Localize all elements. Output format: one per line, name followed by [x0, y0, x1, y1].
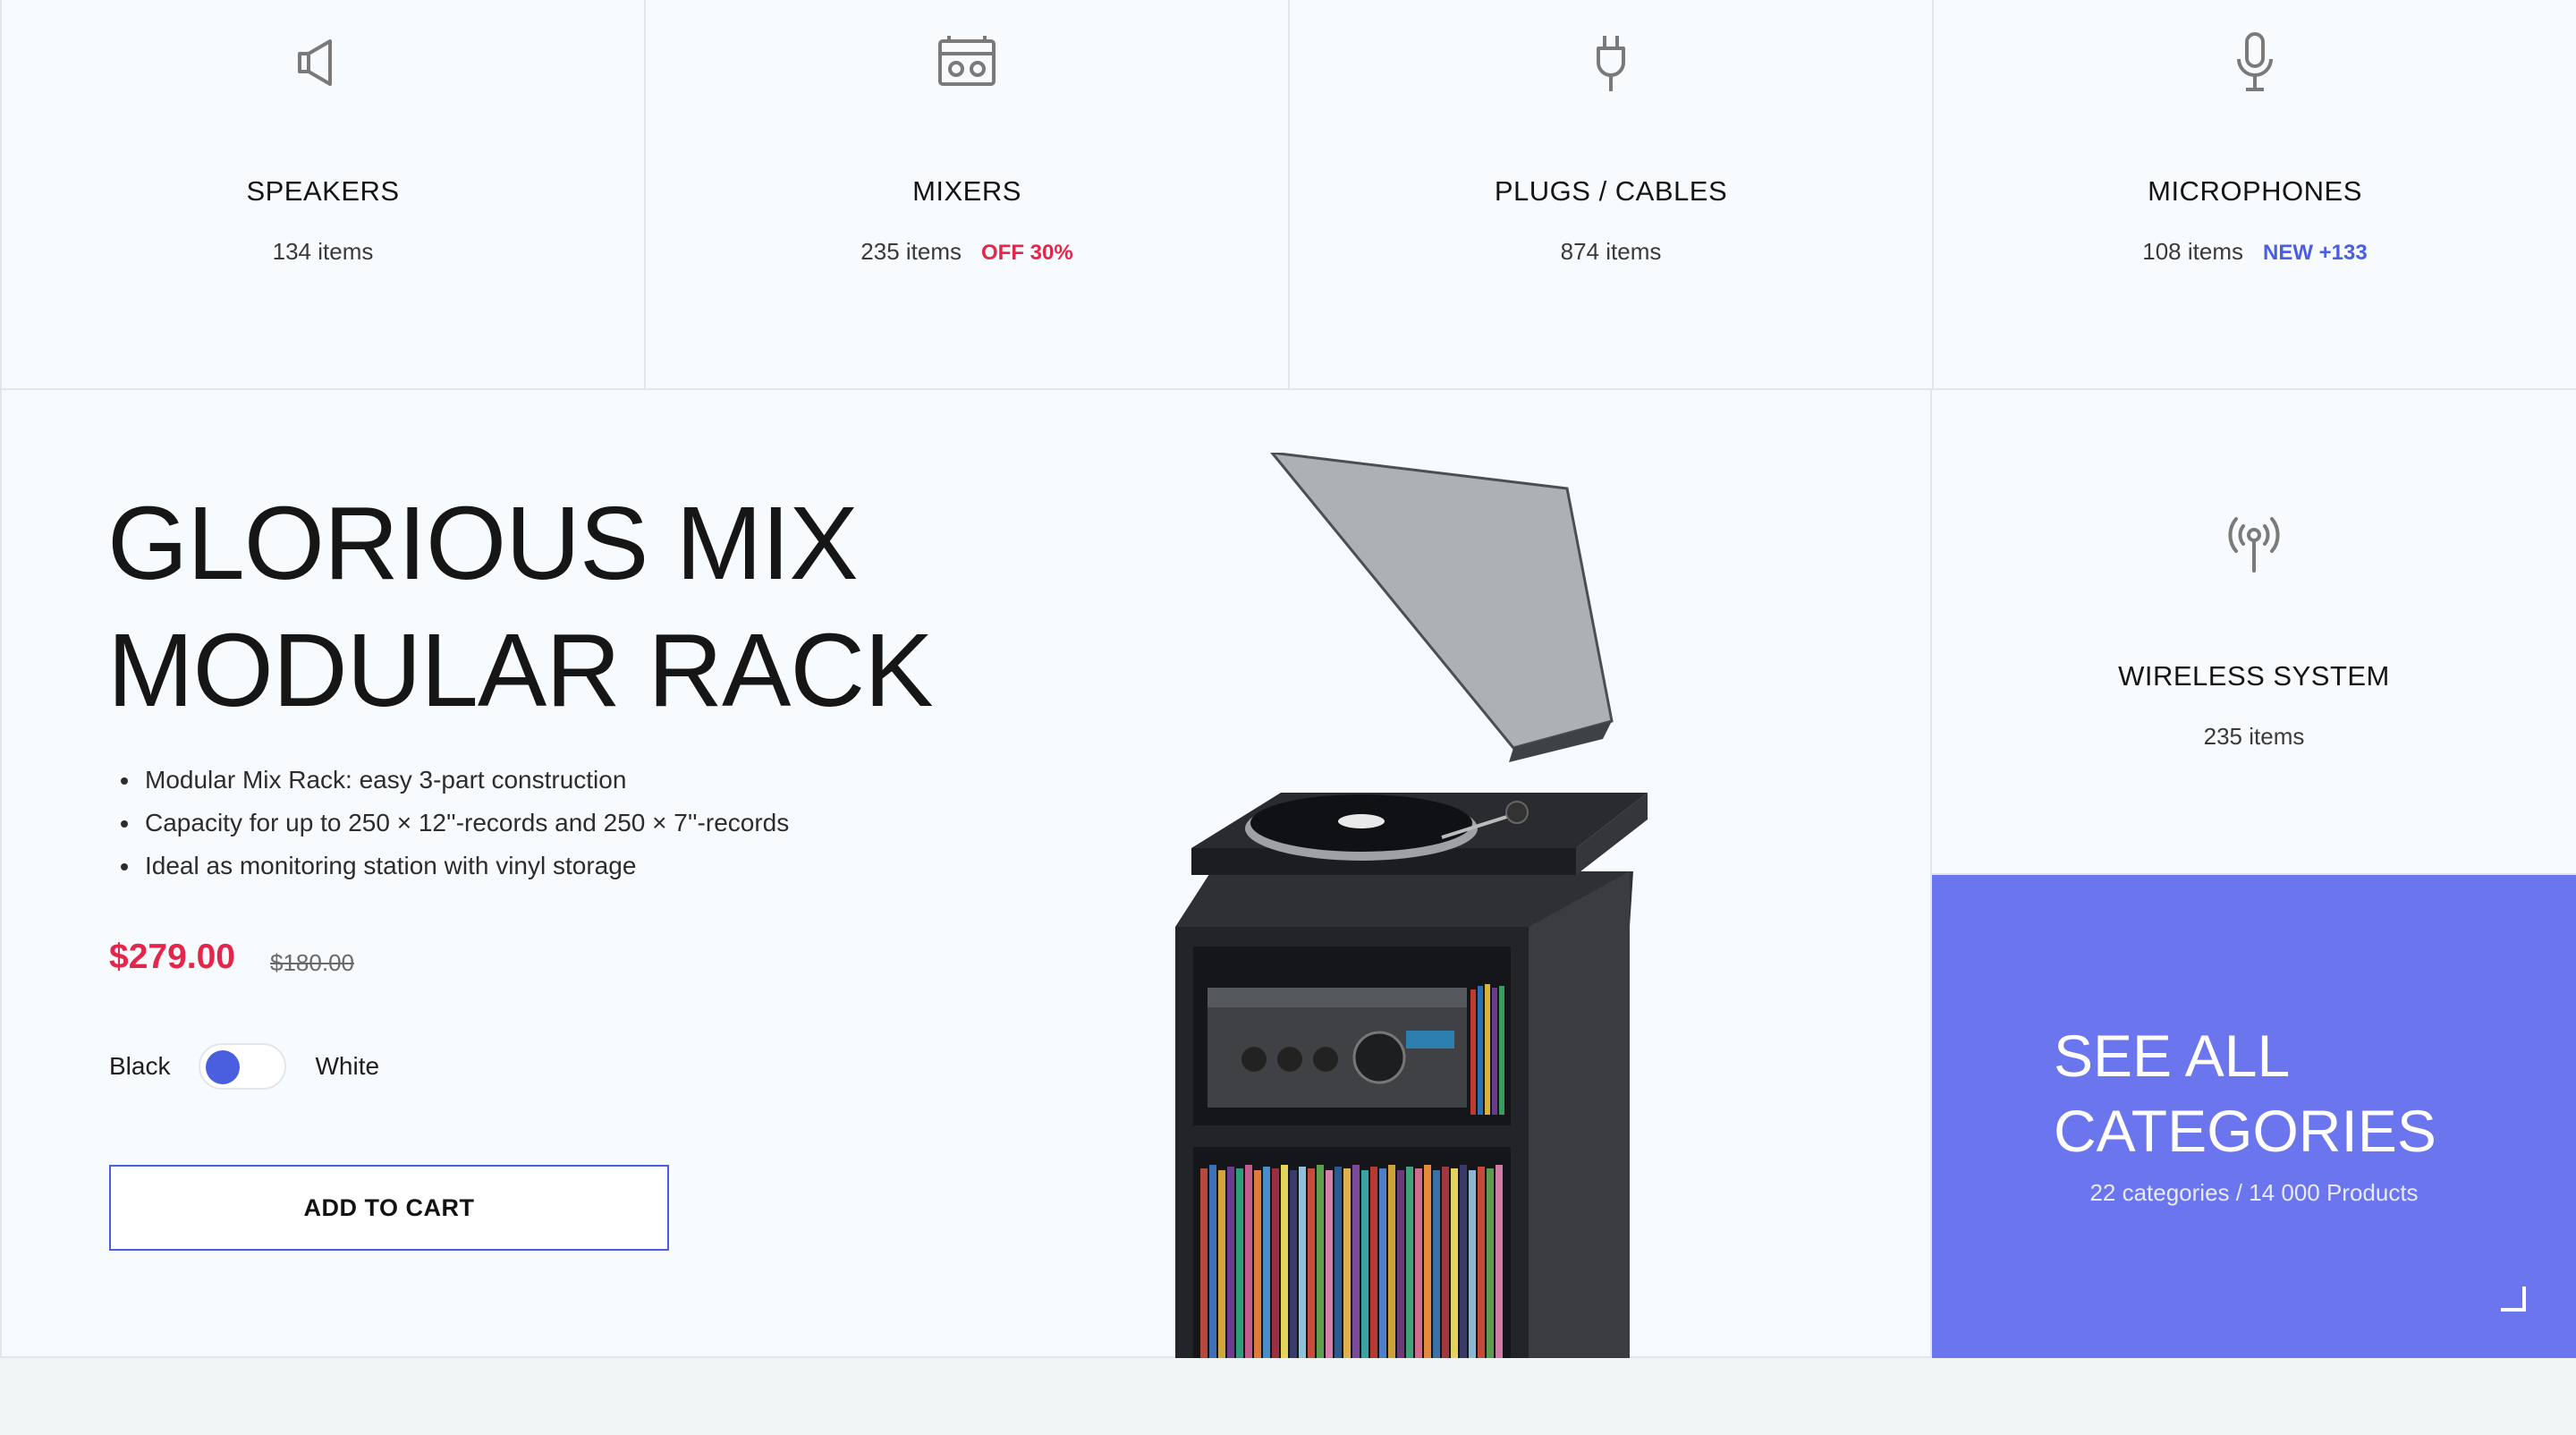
new-badge: NEW +133 [2263, 241, 2368, 265]
category-mixers[interactable]: MIXERS 235 items OFF 30% [644, 0, 1288, 388]
color-toggle[interactable] [199, 1043, 287, 1090]
category-count-row: 235 items OFF 30% [646, 238, 1288, 266]
discount-badge: OFF 30% [981, 241, 1073, 265]
category-wireless-system[interactable]: WIRELESS SYSTEM 235 items [1932, 390, 2576, 875]
category-count: 235 items [860, 238, 962, 265]
category-count: 235 items [2203, 723, 2305, 750]
see-all-title-line2: CATEGORIES [2054, 1098, 2436, 1164]
color-selector: Black White [109, 1041, 379, 1091]
category-name: PLUGS / CABLES [1494, 175, 1728, 207]
feature-item: Ideal as monitoring station with vinyl s… [141, 845, 789, 887]
see-all-title: SEE ALL CATEGORIES [2054, 1018, 2555, 1168]
feature-item: Modular Mix Rack: easy 3-part constructi… [141, 759, 789, 802]
product-title-line1: GLORIOUS MIX [107, 485, 859, 601]
corner-arrow-icon [2501, 1286, 2526, 1312]
see-all-title-line1: SEE ALL [2054, 1023, 2291, 1089]
category-plugs-cables[interactable]: PLUGS / CABLES 874 items [1288, 0, 1932, 388]
category-count-row: 874 items [1290, 238, 1932, 266]
category-name: MICROPHONES [2148, 175, 2362, 207]
feature-list: Modular Mix Rack: easy 3-part constructi… [113, 759, 789, 887]
see-all-subtitle: 22 categories / 14 000 Products [2089, 1179, 2419, 1206]
color-option-white[interactable]: White [315, 1052, 379, 1081]
turntable-rack-image [1175, 453, 1648, 1358]
antenna-icon [2228, 517, 2280, 573]
boombox-icon [938, 36, 996, 86]
original-price: $180.00 [270, 949, 354, 976]
see-all-categories-panel[interactable]: SEE ALL CATEGORIES 22 categories / 14 00… [1932, 875, 2576, 1358]
category-count: 134 items [272, 238, 374, 265]
featured-product: GLORIOUS MIX MODULAR RACK Modular Mix Ra… [0, 390, 1932, 1358]
category-name: WIRELESS SYSTEM [2118, 660, 2390, 692]
product-title: GLORIOUS MIX MODULAR RACK [107, 480, 1091, 734]
category-row: SPEAKERS 134 items MIXERS 235 items OFF 3… [0, 0, 2576, 390]
records-top [1470, 984, 1504, 1115]
category-name: SPEAKERS [246, 175, 400, 207]
toggle-knob [206, 1050, 241, 1084]
category-count: 108 items [2142, 238, 2243, 265]
plug-icon [1597, 36, 1625, 91]
megaphone-icon [298, 39, 332, 86]
add-to-cart-button[interactable]: ADD TO CART [109, 1165, 669, 1251]
category-speakers[interactable]: SPEAKERS 134 items [0, 0, 644, 388]
product-title-line2: MODULAR RACK [107, 612, 934, 728]
category-microphones[interactable]: MICROPHONES 108 items NEW +133 [1932, 0, 2576, 388]
category-name: MIXERS [912, 175, 1021, 207]
sale-price: $279.00 [109, 938, 235, 976]
category-count-row: 134 items [2, 238, 644, 266]
microphone-icon [2237, 32, 2273, 91]
category-count-row: 108 items NEW +133 [1934, 238, 2576, 266]
color-option-black[interactable]: Black [109, 1052, 170, 1081]
category-count: 874 items [1560, 238, 1662, 265]
feature-item: Capacity for up to 250 × 12''-records an… [141, 802, 789, 845]
footer-strip [0, 1358, 2576, 1435]
